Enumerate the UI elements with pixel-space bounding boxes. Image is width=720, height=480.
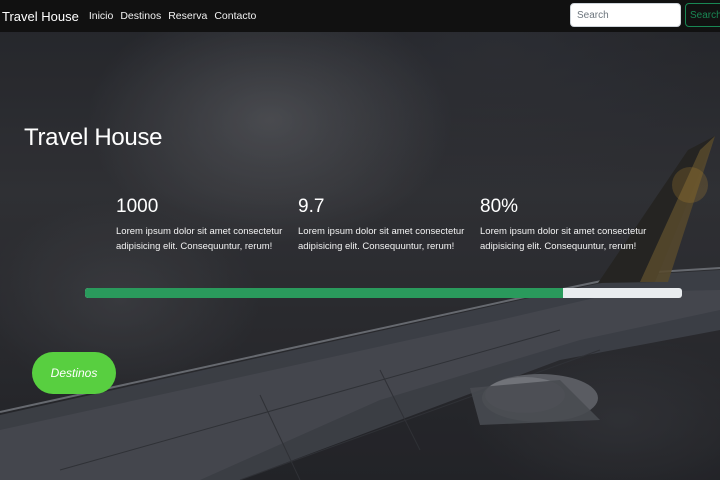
nav-links: Inicio Destinos Reserva Contacto (89, 10, 257, 22)
stat-value: 80% (480, 196, 519, 217)
destinos-button[interactable]: Destinos (32, 352, 116, 394)
nav-link-contacto[interactable]: Contacto (214, 10, 256, 22)
top-navbar: Travel House Inicio Destinos Reserva Con… (0, 0, 720, 32)
stat-description: Lorem ipsum dolor sit amet consectetur a… (480, 226, 647, 252)
hero-title: Travel House (24, 124, 163, 151)
progress-bar-track (85, 288, 682, 298)
stat-value: 9.7 (298, 196, 325, 217)
nav-link-destinos[interactable]: Destinos (120, 10, 161, 22)
brand-link[interactable]: Travel House (2, 9, 79, 24)
progress-bar-fill (85, 288, 563, 298)
search-input[interactable] (570, 3, 681, 27)
stat-block: 80% Lorem ipsum dolor sit amet consectet… (480, 196, 650, 254)
search-button[interactable]: Search (685, 3, 720, 27)
stat-block: 9.7 Lorem ipsum dolor sit amet consectet… (298, 196, 468, 254)
stat-block: 1000 Lorem ipsum dolor sit amet consecte… (116, 196, 286, 254)
stat-value: 1000 (116, 196, 159, 217)
nav-link-inicio[interactable]: Inicio (89, 10, 114, 22)
nav-link-reserva[interactable]: Reserva (168, 10, 207, 22)
stat-description: Lorem ipsum dolor sit amet consectetur a… (298, 226, 465, 252)
stat-description: Lorem ipsum dolor sit amet consectetur a… (116, 226, 283, 252)
